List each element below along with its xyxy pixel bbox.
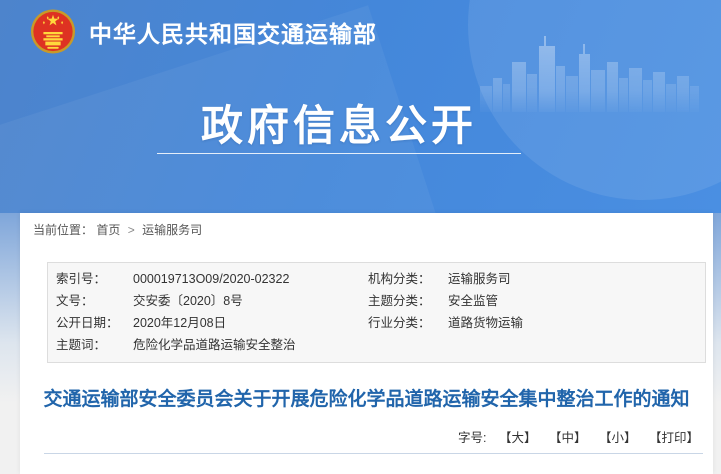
meta-label-industry-category: 行业分类： (368, 312, 448, 334)
meta-label-agency-category: 机构分类： (368, 268, 448, 290)
meta-label-doc-number: 文号： (48, 290, 133, 312)
content-panel: 当前位置： 首页 > 运输服务司 索引号： 000019713O09/2020-… (20, 213, 713, 474)
document-title: 交通运输部安全委员会关于开展危险化学品道路运输安全集中整治工作的通知 (39, 386, 694, 414)
meta-value-index-number: 000019713O09/2020-02322 (133, 268, 368, 290)
site-header: 中华人民共和国交通运输部 (30, 8, 377, 55)
meta-label-keywords: 主题词： (48, 334, 133, 356)
meta-value-doc-number: 交安委〔2020〕8号 (133, 290, 368, 312)
footer-divider (44, 453, 703, 457)
font-size-small-button[interactable]: 【小】 (599, 431, 637, 445)
font-size-label: 字号: (458, 431, 486, 445)
header-banner: 中华人民共和国交通运输部 政府信息公开 (0, 0, 721, 213)
meta-value-empty (448, 334, 705, 356)
meta-row-index: 索引号： 000019713O09/2020-02322 机构分类： 运输服务司 (48, 268, 705, 290)
font-size-large-button[interactable]: 【大】 (499, 431, 537, 445)
meta-label-index-number: 索引号： (48, 268, 133, 290)
meta-row-keywords: 主题词： 危险化学品道路运输安全整治 (48, 334, 705, 356)
meta-label-topic-category: 主题分类： (368, 290, 448, 312)
banner-title: 政府信息公开 (0, 92, 678, 153)
breadcrumb-current-link[interactable]: 运输服务司 (142, 223, 202, 237)
meta-value-industry-category: 道路货物运输 (448, 312, 705, 334)
breadcrumb-label: 当前位置： (33, 223, 93, 237)
breadcrumb-separator: > (128, 223, 135, 237)
breadcrumb-home-link[interactable]: 首页 (96, 223, 120, 237)
meta-value-topic-category: 安全监管 (448, 290, 705, 312)
meta-value-publish-date: 2020年12月08日 (133, 312, 368, 334)
national-emblem-icon (30, 8, 76, 55)
meta-value-agency-category: 运输服务司 (448, 268, 705, 290)
meta-row-publish-date: 公开日期： 2020年12月08日 行业分类： 道路货物运输 (48, 312, 705, 334)
meta-row-doc-number: 文号： 交安委〔2020〕8号 主题分类： 安全监管 (48, 290, 705, 312)
meta-label-empty (368, 334, 448, 356)
document-meta-table: 索引号： 000019713O09/2020-02322 机构分类： 运输服务司… (47, 262, 706, 363)
site-name-link[interactable]: 中华人民共和国交通运输部 (89, 15, 377, 49)
banner-title-underline (157, 153, 521, 154)
meta-label-publish-date: 公开日期： (48, 312, 133, 334)
meta-value-keywords: 危险化学品道路运输安全整治 (133, 334, 368, 356)
font-size-toolbar: 字号: 【大】 【中】 【小】 【打印】 (20, 427, 713, 446)
content-background: 当前位置： 首页 > 运输服务司 索引号： 000019713O09/2020-… (0, 213, 721, 474)
breadcrumb: 当前位置： 首页 > 运输服务司 (20, 213, 713, 239)
font-size-medium-button[interactable]: 【中】 (549, 431, 587, 445)
print-button[interactable]: 【打印】 (649, 431, 699, 445)
